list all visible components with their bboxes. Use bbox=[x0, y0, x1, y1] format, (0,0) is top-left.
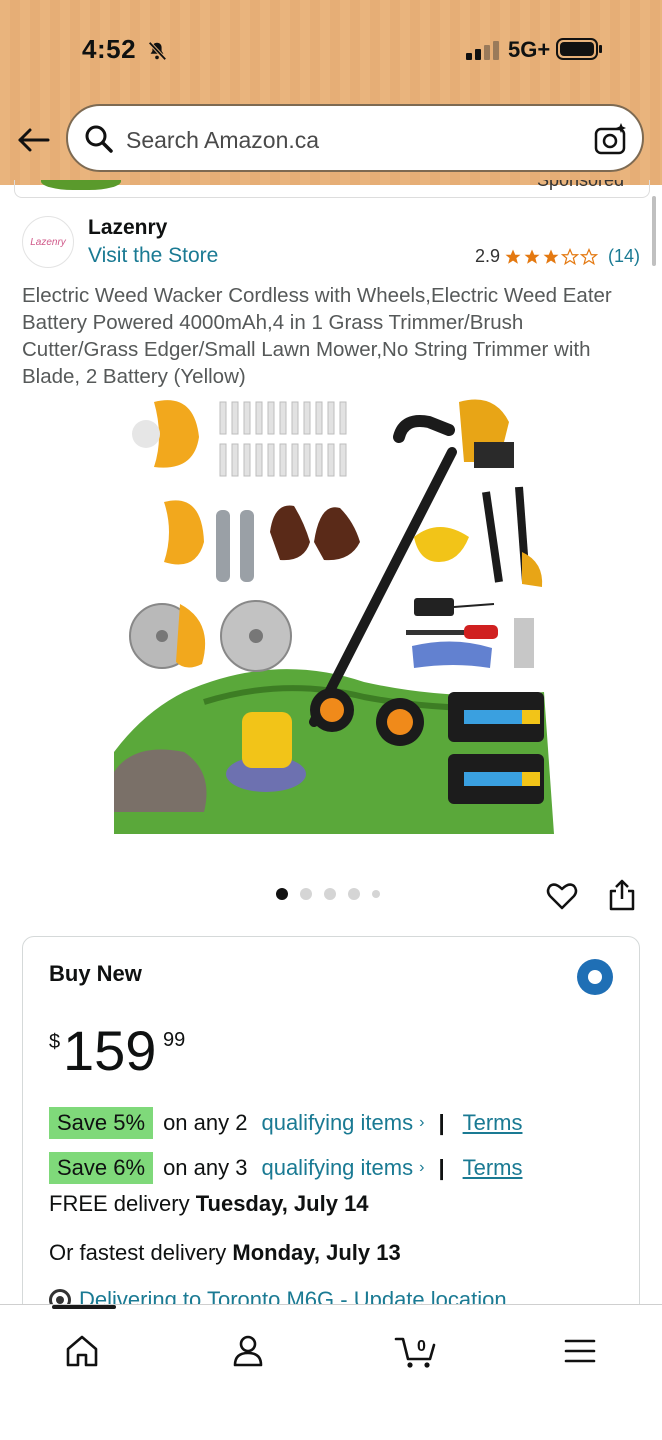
share-icon[interactable] bbox=[606, 878, 638, 912]
delivery-prefix: FREE delivery bbox=[49, 1191, 196, 1216]
search-bar[interactable]: Search Amazon.ca bbox=[66, 104, 644, 172]
carousel-dot[interactable] bbox=[372, 890, 380, 898]
price-fraction: 99 bbox=[163, 1029, 186, 1051]
carousel-dot[interactable] bbox=[276, 888, 288, 900]
divider: | bbox=[438, 1110, 445, 1135]
star-empty-icon bbox=[560, 247, 579, 265]
buy-new-radio[interactable] bbox=[577, 959, 613, 995]
star-empty-icon bbox=[579, 247, 598, 265]
radio-dot-icon bbox=[588, 970, 602, 984]
network-label: 5G+ bbox=[508, 37, 551, 62]
account-icon[interactable] bbox=[228, 1331, 268, 1371]
chevron-right-icon: › bbox=[419, 1159, 425, 1176]
search-placeholder: Search Amazon.ca bbox=[126, 127, 320, 153]
qualifying-items-link[interactable]: qualifying items bbox=[261, 1110, 413, 1136]
cart-count: 0 bbox=[417, 1338, 426, 1355]
brand-logo-text: Lazenry bbox=[30, 236, 66, 248]
product-title: Electric Weed Wacker Cordless with Wheel… bbox=[22, 284, 612, 388]
scrollbar[interactable] bbox=[652, 196, 656, 266]
image-carousel-dots[interactable] bbox=[276, 888, 380, 900]
carousel-dot[interactable] bbox=[300, 888, 312, 900]
delivery-date: Tuesday, July 14 bbox=[195, 1191, 369, 1216]
status-time: 4:52 bbox=[82, 34, 137, 64]
app-header: 4:52 5G+ Search Amazon.ca bbox=[0, 0, 662, 185]
bell-mute-icon bbox=[148, 41, 167, 61]
promo-badge: Save 6% bbox=[49, 1152, 154, 1184]
active-tab-indicator bbox=[52, 1305, 116, 1309]
carousel-dot[interactable] bbox=[348, 888, 360, 900]
promo-text: on any 3 bbox=[163, 1155, 248, 1180]
cart-icon[interactable]: 0 bbox=[394, 1331, 438, 1371]
sponsored-label: Sponsored bbox=[537, 180, 625, 190]
bottom-nav: 0 bbox=[0, 1304, 662, 1440]
rating-value: 2.9 bbox=[474, 246, 500, 266]
fastest-delivery-line: Or fastest delivery Monday, July 13 bbox=[49, 1240, 401, 1266]
price-currency: $ bbox=[49, 1031, 61, 1053]
promo-text: on any 2 bbox=[163, 1110, 248, 1135]
star-full-icon bbox=[505, 249, 521, 264]
buy-new-title: Buy New bbox=[49, 961, 142, 986]
star-full-icon bbox=[524, 249, 540, 264]
fastest-date: Monday, July 13 bbox=[232, 1240, 401, 1265]
promo-badge: Save 5% bbox=[49, 1107, 154, 1139]
brand-logo[interactable]: Lazenry bbox=[22, 216, 74, 268]
promo-row: Save 6% on any 3 qualifying items › | Te… bbox=[49, 1152, 522, 1184]
star-full-icon bbox=[543, 249, 559, 264]
rating-summary[interactable]: 2.9 (14) bbox=[475, 246, 640, 267]
buy-box: Buy New $ 159 99 Save 5% on any 2 qualif… bbox=[22, 936, 640, 1356]
divider: | bbox=[438, 1155, 445, 1180]
terms-link[interactable]: Terms bbox=[463, 1110, 523, 1136]
terms-link[interactable]: Terms bbox=[463, 1155, 523, 1181]
status-bar: 4:52 5G+ bbox=[0, 32, 662, 72]
battery-icon bbox=[556, 38, 602, 60]
rating-count: (14) bbox=[607, 246, 640, 266]
fastest-prefix: Or fastest delivery bbox=[49, 1240, 233, 1265]
menu-icon[interactable] bbox=[560, 1331, 600, 1371]
free-delivery-line: FREE delivery Tuesday, July 14 bbox=[49, 1191, 369, 1217]
search-icon bbox=[85, 125, 113, 153]
rating-stars bbox=[504, 247, 598, 266]
signal-icon bbox=[466, 41, 499, 60]
visit-store-link[interactable]: Visit the Store bbox=[88, 244, 218, 268]
product-image[interactable] bbox=[114, 392, 554, 834]
sponsored-thumbnail bbox=[41, 180, 121, 190]
price-whole: 159 bbox=[63, 1019, 157, 1082]
sponsored-strip[interactable]: Sponsored bbox=[14, 180, 650, 198]
carousel-dot[interactable] bbox=[324, 888, 336, 900]
brand-name: Lazenry bbox=[88, 216, 168, 239]
promo-row: Save 5% on any 2 qualifying items › | Te… bbox=[49, 1107, 522, 1139]
back-arrow-icon[interactable] bbox=[16, 122, 52, 158]
qualifying-items-link[interactable]: qualifying items bbox=[261, 1155, 413, 1181]
heart-icon[interactable] bbox=[546, 880, 578, 912]
chevron-right-icon: › bbox=[419, 1114, 425, 1131]
home-icon[interactable] bbox=[62, 1331, 102, 1371]
camera-search-icon[interactable] bbox=[594, 122, 628, 156]
